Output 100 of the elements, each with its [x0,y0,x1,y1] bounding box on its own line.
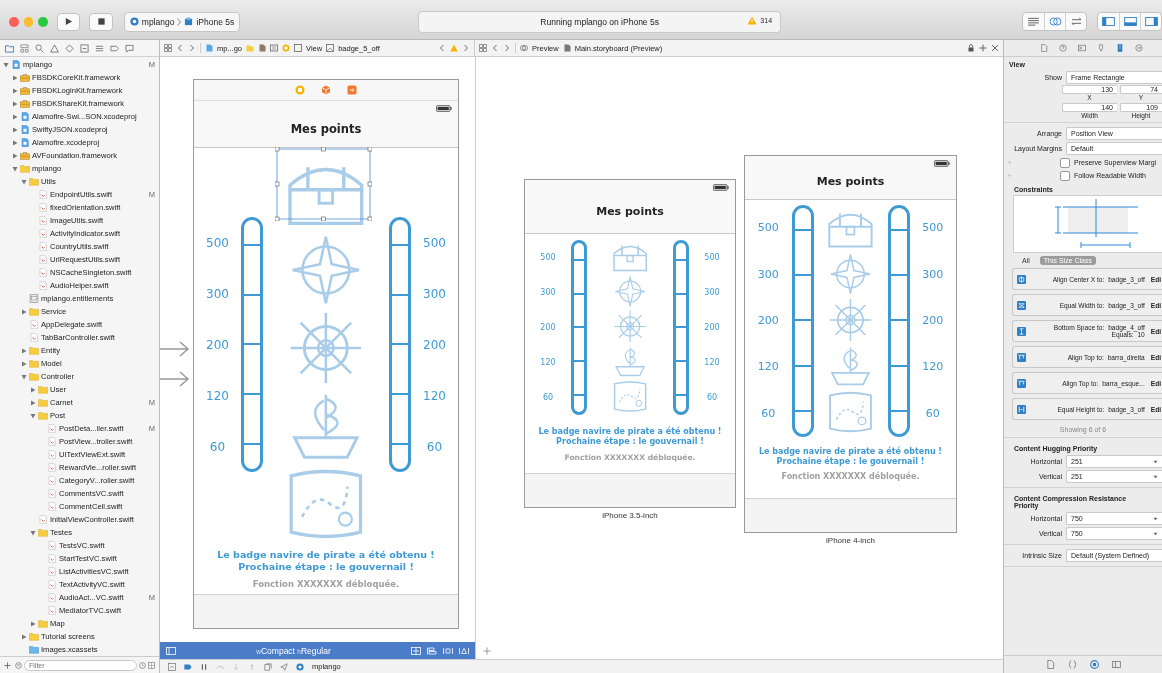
object-circle-icon[interactable] [1089,660,1099,669]
add-icon[interactable] [979,44,987,52]
scheme-selector[interactable]: mplango iPhone 5s [123,11,241,32]
exit-icon[interactable] [347,85,357,95]
segue-arrow [160,371,190,387]
app-icon [129,17,139,26]
disclosure-triangle[interactable] [12,139,18,146]
close-button[interactable] [9,16,19,27]
panel-layout-icon [1144,17,1158,26]
device-icon [184,17,194,26]
scale-label: 200 [206,337,229,352]
disclosure-triangle[interactable] [21,360,27,367]
disclosure-triangle[interactable] [21,633,27,640]
lock-icon[interactable] [967,44,975,52]
disclosure-triangle[interactable] [21,347,27,354]
badge-message: Le badge navire de pirate a été obtenu ! Prochaine étape : le gouvernail ! [758,446,943,468]
disclosure-triangle[interactable] [3,61,9,68]
cube-icon[interactable] [321,85,331,95]
grid-icon[interactable] [164,44,172,52]
scale-label: 60 [542,393,554,402]
attributes-icon[interactable] [1097,44,1105,52]
list-icon[interactable] [95,43,104,53]
resolve-icon[interactable] [459,646,469,655]
grid-icon[interactable] [479,44,487,52]
storyboard-icon[interactable] [270,44,278,52]
battery-icon [436,105,452,112]
dropdown-arrow-icon[interactable] [1153,531,1158,536]
ruler-icon[interactable] [1116,44,1124,52]
pin-icon[interactable] [443,646,453,655]
document-icon[interactable] [1040,44,1048,52]
document-icon[interactable] [1045,660,1055,669]
disclosure-triangle[interactable] [12,113,18,120]
location-arrow-icon[interactable] [280,662,288,671]
media-icon[interactable] [1111,660,1121,669]
linked-rings-icon [1048,17,1062,26]
disclosure-triangle[interactable] [30,529,36,536]
grid-icon[interactable] [148,661,155,669]
disclosure-triangle[interactable] [21,308,27,315]
run-button[interactable] [57,12,81,31]
toolbox-icon [20,99,30,108]
stop-button[interactable] [89,12,113,31]
dropdown-arrow-icon[interactable] [1153,474,1158,479]
console-toggle-icon[interactable] [168,662,176,671]
scale-label: 500 [757,221,779,235]
sidebar-toggle-icon[interactable] [166,646,176,655]
disclosure-triangle[interactable] [30,386,36,393]
disclosure-triangle[interactable] [12,100,18,107]
disclosure-triangle[interactable] [12,152,18,159]
add-icon[interactable] [482,646,492,655]
scale-label: 200 [757,313,779,327]
text-lines-icon [1027,17,1041,26]
warning-icon[interactable] [747,15,758,25]
document-icon[interactable] [258,44,266,52]
warning-icon[interactable] [450,44,458,52]
clock-icon[interactable] [139,661,146,669]
dropdown-arrow-icon[interactable] [1153,516,1158,521]
speech-bubble-icon[interactable] [125,43,134,53]
arrow-circle-icon[interactable] [1135,44,1143,52]
swift-file-icon [47,437,57,446]
disclosure-triangle[interactable] [12,74,18,81]
swift-file-icon [47,554,57,563]
stack-icon[interactable] [427,646,437,655]
search-icon[interactable] [35,43,44,53]
checkbox[interactable] [1060,157,1070,168]
view-controller-icon[interactable] [282,44,290,52]
chevron-icon [177,17,182,26]
identity-card-icon[interactable] [1078,44,1086,52]
align-icon[interactable] [411,646,421,655]
pause-icon[interactable] [200,662,208,671]
add-icon[interactable] [4,661,11,669]
toolbox-icon [20,151,30,160]
view-controller-icon[interactable] [295,85,305,95]
folder-icon[interactable] [5,43,14,53]
disclosure-triangle[interactable] [12,165,18,172]
braces-icon[interactable] [1067,660,1077,669]
scale-label: 120 [922,360,944,374]
tag-icon[interactable] [110,43,119,53]
close-icon[interactable] [991,44,999,52]
help-icon[interactable] [1059,44,1067,52]
checklist-icon[interactable] [80,43,89,53]
breakpoint-icon[interactable] [184,662,192,671]
warning-icon[interactable] [50,43,59,53]
disclosure-triangle[interactable] [30,399,36,406]
disclosure-triangle[interactable] [30,412,36,419]
screen-title: Mes points [815,174,886,190]
hierarchy-icon[interactable] [20,43,29,53]
swift-file-icon [47,450,57,459]
dropdown-arrow-icon[interactable] [1153,459,1158,464]
swift-file-icon [38,216,48,225]
disclosure-triangle[interactable] [30,620,36,627]
swift-file-icon [29,320,39,329]
disclosure-triangle[interactable] [21,373,27,380]
disclosure-triangle[interactable] [21,178,27,185]
diamond-icon[interactable] [65,43,74,53]
disclosure-triangle[interactable] [12,87,18,94]
swift-file-icon [47,580,57,589]
zoom-button[interactable] [38,16,49,27]
checkbox[interactable] [1060,170,1070,181]
disclosure-triangle[interactable] [12,126,18,133]
view-hierarchy-icon[interactable] [264,662,272,671]
